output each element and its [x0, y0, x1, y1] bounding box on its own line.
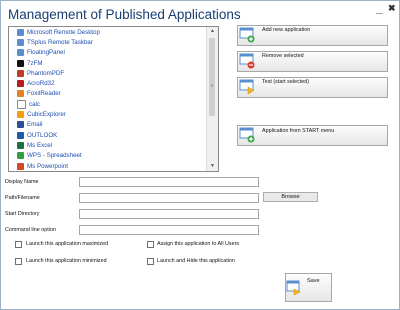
- close-button[interactable]: ✖: [388, 3, 396, 14]
- list-scrollbar[interactable]: ▲ ≡ ▼: [206, 27, 218, 171]
- remote-desktop-icon: [17, 28, 24, 36]
- app-list-item-label: Email: [27, 121, 43, 129]
- start-menu-add-icon: [239, 127, 255, 143]
- assign-all-users-checkbox[interactable]: [147, 241, 154, 248]
- app-list-item[interactable]: FoxitReader: [9, 89, 206, 99]
- app-list-item-label: Ms Excel: [27, 141, 53, 149]
- app-list-items: Microsoft Remote Desktop TSplus Remote Ta…: [9, 27, 206, 172]
- app-list-item[interactable]: Ms Powerpoint: [9, 161, 206, 171]
- scroll-thumb[interactable]: [209, 38, 215, 116]
- app-list-item[interactable]: calc: [9, 99, 206, 109]
- remove-window-icon: [239, 53, 255, 69]
- save-button[interactable]: Save: [285, 273, 332, 302]
- minimize-button[interactable]: _: [376, 1, 383, 15]
- app-list-item[interactable]: PhantomPDF: [9, 68, 206, 78]
- remove-selected-label: Remove selected: [262, 53, 304, 59]
- app-list-item-label: Ms Powerpoint: [27, 162, 68, 170]
- app-list-item[interactable]: 7zFM: [9, 58, 206, 68]
- email-icon: [17, 121, 24, 129]
- display-name-label: Display Name: [5, 179, 39, 185]
- launch-hide-label: Launch and Hide this application: [157, 258, 235, 264]
- browse-button[interactable]: Browse: [263, 192, 318, 202]
- phantompdf-icon: [17, 69, 24, 77]
- floating-panel-icon: [17, 49, 24, 57]
- add-application-label: Add new application: [262, 27, 311, 33]
- window-title: Management of Published Applications: [8, 7, 241, 22]
- app-list-item-label: AcroRd32: [27, 80, 55, 88]
- assign-all-users-label: Assign this application to All Users: [157, 241, 240, 247]
- launch-maximized-label: Launch this application maximized: [26, 241, 109, 247]
- acrobat-icon: [17, 80, 24, 88]
- command-line-label: Command line option: [5, 227, 56, 233]
- app-list-item-label: OUTLOOK: [27, 131, 58, 139]
- app-list-item-label: Microsoft Remote Desktop: [27, 28, 100, 36]
- app-list-item[interactable]: Email: [9, 120, 206, 130]
- start-directory-field[interactable]: [79, 209, 259, 219]
- app-list-item[interactable]: TSplus Remote Taskbar: [9, 37, 206, 47]
- app-list-item-label: CubicExplorer: [27, 111, 66, 119]
- powerpoint-icon: [17, 162, 24, 170]
- app-list-item-label: 7zFM: [27, 59, 43, 67]
- app-list-item-label: FoxitReader: [27, 90, 61, 98]
- scroll-up-arrow-icon[interactable]: ▲: [207, 27, 218, 36]
- app-list-item[interactable]: Microsoft Remote Desktop: [9, 27, 206, 37]
- save-label: Save: [307, 278, 320, 284]
- calculator-icon: [17, 99, 26, 109]
- save-document-icon: [286, 280, 301, 296]
- add-window-icon: [239, 27, 255, 43]
- app-list-item[interactable]: WPS - Presentation: [9, 171, 206, 172]
- published-apps-list[interactable]: Microsoft Remote Desktop TSplus Remote Ta…: [8, 26, 219, 172]
- test-window-icon: [239, 79, 255, 95]
- test-start-label: Test (start selected): [262, 79, 310, 85]
- start-directory-label: Start Directory: [5, 211, 40, 217]
- app-list-item-label: PhantomPDF: [27, 69, 65, 77]
- app-list-item[interactable]: AcroRd32: [9, 78, 206, 88]
- app-list-item[interactable]: FloatingPanel: [9, 48, 206, 58]
- remove-selected-button[interactable]: Remove selected: [237, 51, 388, 72]
- wps-spreadsheet-icon: [17, 152, 24, 160]
- excel-icon: [17, 141, 24, 149]
- from-start-menu-button[interactable]: Application from START menu: [237, 125, 388, 146]
- 7zip-icon: [17, 59, 24, 67]
- display-name-field[interactable]: [79, 177, 259, 187]
- test-start-button[interactable]: Test (start selected): [237, 77, 388, 98]
- app-list-item[interactable]: WPS - Spreadsheet: [9, 151, 206, 161]
- launch-hide-checkbox[interactable]: [147, 258, 154, 265]
- app-list-item[interactable]: CubicExplorer: [9, 109, 206, 119]
- scroll-down-arrow-icon[interactable]: ▼: [207, 162, 218, 171]
- command-line-field[interactable]: [79, 225, 259, 235]
- taskbar-icon: [17, 38, 24, 46]
- app-list-item-label: TSplus Remote Taskbar: [27, 38, 93, 46]
- path-filename-field[interactable]: [79, 193, 259, 203]
- launch-minimized-checkbox[interactable]: [15, 258, 22, 265]
- app-list-item-label: FloatingPanel: [27, 49, 65, 57]
- scroll-grip-icon: ≡: [210, 83, 214, 89]
- path-filename-label: Path/Filename: [5, 195, 40, 201]
- launch-maximized-checkbox[interactable]: [15, 241, 22, 248]
- app-list-item[interactable]: OUTLOOK: [9, 130, 206, 140]
- from-start-menu-label: Application from START menu: [262, 128, 335, 134]
- app-list-item-label: WPS - Spreadsheet: [27, 152, 82, 160]
- app-list-item[interactable]: Ms Excel: [9, 140, 206, 150]
- launch-minimized-label: Launch this application minimized: [26, 258, 107, 264]
- foxit-icon: [17, 90, 24, 98]
- add-application-button[interactable]: Add new application: [237, 25, 388, 46]
- cubic-explorer-icon: [17, 111, 24, 119]
- outlook-icon: [17, 131, 24, 139]
- app-list-item-label: calc: [29, 100, 41, 108]
